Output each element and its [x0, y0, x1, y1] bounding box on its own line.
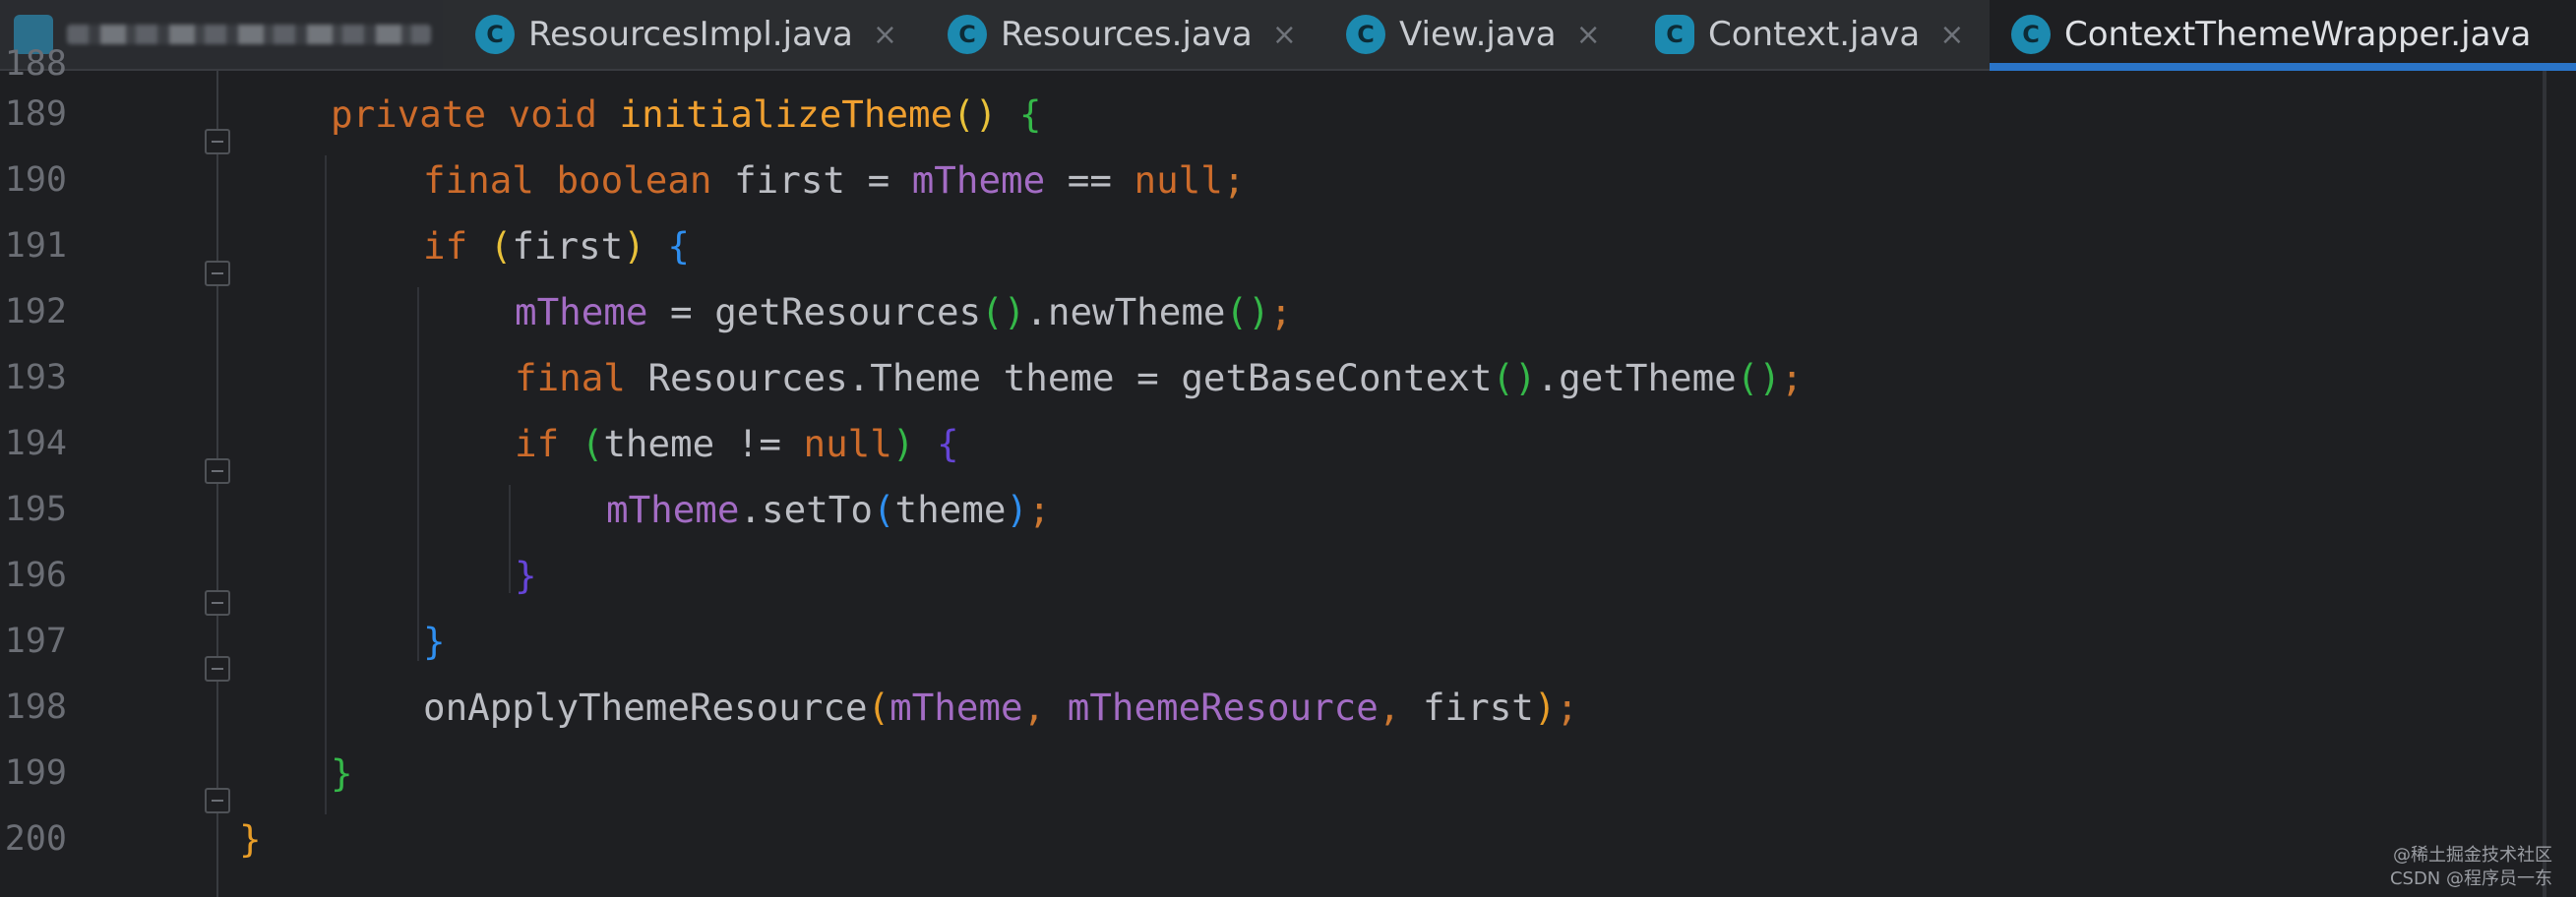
line-number: 199 — [4, 753, 67, 793]
line-number: 194 — [4, 424, 67, 463]
abstract-class-icon: C — [1655, 15, 1694, 54]
class-icon: C — [475, 15, 515, 54]
tab-resources[interactable]: C Resources.java × — [948, 0, 1312, 69]
code-line-189: private void initializeTheme() { — [331, 92, 1042, 136]
tab-contextthemewrapper[interactable]: C ContextThemeWrapper.java — [1990, 0, 2576, 71]
code-editor[interactable]: 188 189 190 191 192 193 194 195 196 197 … — [0, 44, 2576, 897]
line-number: 192 — [4, 292, 67, 331]
project-name-blurred — [67, 25, 431, 44]
tab-label: Context.java — [1708, 15, 1921, 54]
fold-toggle-icon[interactable] — [205, 656, 230, 682]
line-number: 200 — [4, 819, 67, 859]
line-number: 191 — [4, 226, 67, 266]
tab-label: ResourcesImpl.java — [528, 15, 853, 54]
gutter-divider — [216, 71, 218, 897]
code-line-196: } — [515, 554, 537, 597]
line-number: 190 — [4, 160, 67, 200]
code-line-199: } — [331, 751, 353, 795]
line-number-gutter: 188 189 190 191 192 193 194 195 196 197 … — [0, 44, 218, 897]
class-icon: C — [1346, 15, 1385, 54]
editor-tab-bar: C ResourcesImpl.java × C Resources.java … — [0, 0, 2576, 71]
watermark-line-2: CSDN @程序员一东 — [2389, 868, 2552, 889]
line-number: 195 — [4, 490, 67, 529]
fold-toggle-icon[interactable] — [205, 788, 230, 813]
class-icon: C — [948, 15, 987, 54]
indent-guide — [509, 485, 511, 593]
line-number: 193 — [4, 358, 67, 397]
tab-resourcesimpl[interactable]: C ResourcesImpl.java × — [475, 0, 897, 69]
code-line-191: if (first) { — [423, 224, 690, 268]
watermark: @稀土掘金技术社区 CSDN @程序员一东 — [2390, 844, 2552, 891]
close-icon[interactable]: × — [1939, 18, 1964, 52]
line-number: 196 — [4, 556, 67, 595]
fold-toggle-icon[interactable] — [205, 261, 230, 286]
line-number: 189 — [4, 94, 67, 134]
code-line-197: } — [423, 620, 446, 663]
tab-label: ContextThemeWrapper.java — [2064, 15, 2532, 54]
code-line-200: } — [239, 817, 262, 861]
fold-toggle-icon[interactable] — [205, 590, 230, 616]
fold-toggle-icon[interactable] — [205, 458, 230, 484]
tab-context[interactable]: C Context.java × — [1655, 0, 1990, 69]
tab-label: Resources.java — [1001, 15, 1253, 54]
watermark-line-1: @稀土掘金技术社区 — [2393, 845, 2552, 866]
indent-guide — [325, 155, 327, 814]
vertical-scrollbar[interactable] — [2543, 71, 2546, 897]
code-line-195: mTheme.setTo(theme); — [606, 488, 1051, 531]
close-icon[interactable]: × — [1576, 18, 1601, 52]
close-icon[interactable]: × — [873, 18, 897, 52]
code-line-194: if (theme != null) { — [515, 422, 959, 465]
indent-guide — [417, 287, 419, 661]
line-number: 197 — [4, 622, 67, 661]
code-line-192: mTheme = getResources().newTheme(); — [515, 290, 1293, 333]
tab-label: View.java — [1399, 15, 1557, 54]
fold-toggle-icon[interactable] — [205, 129, 230, 154]
line-number: 198 — [4, 688, 67, 727]
tab-view[interactable]: C View.java × — [1346, 0, 1641, 69]
class-icon: C — [2011, 15, 2051, 54]
close-icon[interactable]: × — [1272, 18, 1297, 52]
code-line-198: onApplyThemeResource(mTheme, mThemeResou… — [423, 686, 1579, 729]
code-line-193: final Resources.Theme theme = getBaseCon… — [515, 356, 1804, 399]
code-line-190: final boolean first = mTheme == null; — [423, 158, 1246, 202]
